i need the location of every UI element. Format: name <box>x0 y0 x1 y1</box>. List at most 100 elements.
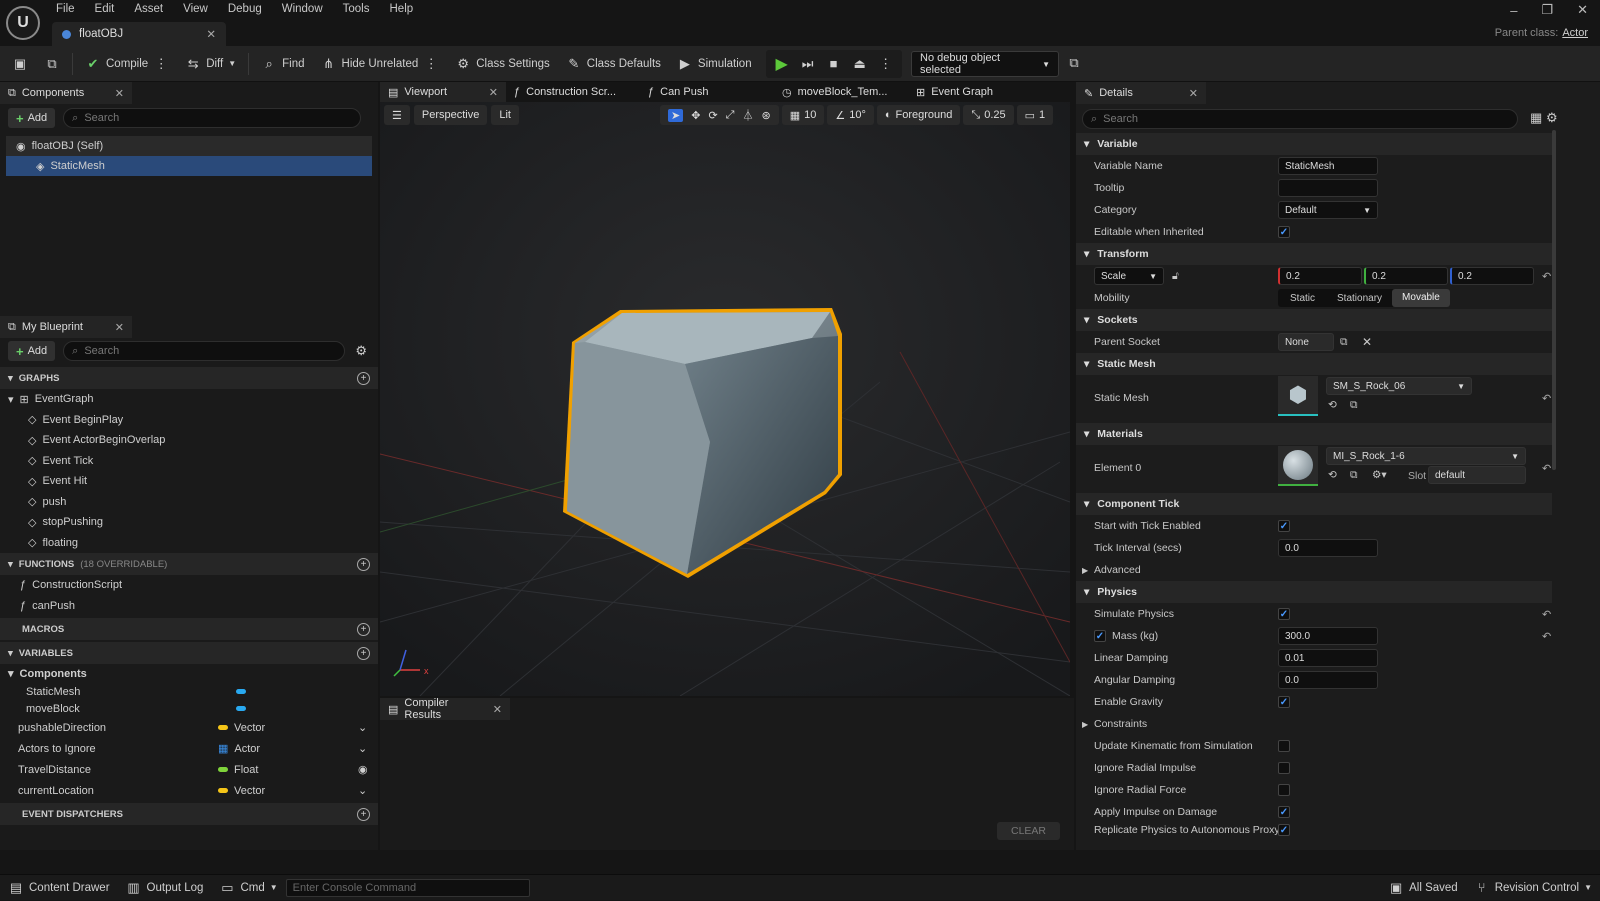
add-dispatcher-icon[interactable]: + <box>357 807 370 821</box>
reset-icon[interactable]: ↶ <box>1542 462 1551 475</box>
ignore-radial-impulse-checkbox[interactable] <box>1278 762 1290 774</box>
static-mesh-thumbnail[interactable]: ⬢ <box>1278 376 1318 416</box>
tab-construction-script[interactable]: ƒ Construction Scr... <box>506 82 640 102</box>
menu-file[interactable]: File <box>56 3 75 15</box>
viewport-menu-button[interactable]: ☰ <box>384 105 410 125</box>
mass-override-checkbox[interactable]: ✓ <box>1094 630 1106 642</box>
close-icon[interactable]: ✕ <box>489 86 498 99</box>
play-icon[interactable]: ▶ <box>774 56 790 73</box>
tab-can-push[interactable]: ƒ Can Push <box>640 82 774 102</box>
debug-object-select[interactable]: No debug object selected ▼ <box>911 51 1059 77</box>
component-staticmesh[interactable]: ◈ StaticMesh <box>6 156 372 176</box>
menu-debug[interactable]: Debug <box>228 3 262 15</box>
section-variable[interactable]: ▾ Variable <box>1076 133 1552 155</box>
static-mesh-select[interactable]: SM_S_Rock_06 ▼ <box>1326 377 1472 395</box>
tab-moveblock-timeline[interactable]: ◷ moveBlock_Tem... <box>774 82 908 102</box>
simulation-button[interactable]: ▶ Simulation <box>669 46 760 82</box>
mobility-stationary[interactable]: Stationary <box>1327 293 1392 304</box>
close-icon[interactable]: ✕ <box>115 321 124 334</box>
use-selected-icon[interactable]: ⟲ <box>1328 399 1337 411</box>
scale-z-field[interactable]: 0.2 <box>1450 267 1534 285</box>
material-options-icon[interactable]: ⚙▾ <box>1372 469 1387 481</box>
components-group[interactable]: ▾ Components <box>0 664 378 683</box>
mass-field[interactable]: 300.0 <box>1278 627 1378 645</box>
menu-help[interactable]: Help <box>390 3 414 15</box>
foreground-button[interactable]: ◐ Foreground <box>876 105 961 125</box>
variable-name-field[interactable]: StaticMesh <box>1278 157 1378 175</box>
event-item[interactable]: ◇ Event BeginPlay <box>0 410 378 431</box>
mobility-static[interactable]: Static <box>1278 293 1327 304</box>
more-icon[interactable]: ⋮ <box>423 56 439 72</box>
more-icon[interactable]: ⋮ <box>878 56 894 72</box>
blueprint-search-input[interactable]: ⌕ Search <box>63 341 346 361</box>
document-tab[interactable]: floatOBJ ✕ <box>52 22 226 46</box>
menu-asset[interactable]: Asset <box>134 3 163 15</box>
parent-socket-field[interactable]: None <box>1278 333 1334 351</box>
perspective-button[interactable]: Perspective <box>413 105 488 125</box>
diff-button[interactable]: ⇆ Diff ▼ <box>177 46 244 82</box>
variable-row[interactable]: pushableDirection Vector ⌄ <box>0 717 378 738</box>
close-icon[interactable]: ✕ <box>115 87 124 100</box>
variable-row[interactable]: TravelDistance Float ◉ <box>0 759 378 780</box>
event-item[interactable]: ◇ push <box>0 492 378 513</box>
tab-my-blueprint[interactable]: ⧉ My Blueprint ✕ <box>0 316 132 338</box>
menu-edit[interactable]: Edit <box>95 3 115 15</box>
mobility-movable[interactable]: Movable <box>1392 289 1450 307</box>
event-item[interactable]: ◇ floating <box>0 533 378 554</box>
clear-button[interactable]: CLEAR <box>996 822 1060 840</box>
linear-damping-field[interactable]: 0.01 <box>1278 649 1378 667</box>
find-button[interactable]: ⌕ Find <box>253 46 312 82</box>
all-saved-indicator[interactable]: ▣ All Saved <box>1380 875 1466 901</box>
variable-row[interactable]: StaticMesh <box>0 683 378 700</box>
event-item[interactable]: ◇ Event Tick <box>0 451 378 472</box>
world-local-icon[interactable]: ⊛ <box>761 109 770 122</box>
save-icon[interactable]: ▣ <box>12 56 28 72</box>
debug-browse-icon[interactable]: ⧉ <box>1066 55 1082 71</box>
variables-header[interactable]: ▾ VARIABLES + <box>0 642 378 664</box>
menu-tools[interactable]: Tools <box>343 3 370 15</box>
cmd-select[interactable]: ▭ Cmd ▼ <box>211 875 285 901</box>
event-item[interactable]: ◇ stopPushing <box>0 512 378 533</box>
translate-icon[interactable]: ✥ <box>691 109 700 122</box>
event-graph-item[interactable]: ▾ ⊞ EventGraph <box>0 389 378 410</box>
lit-button[interactable]: Lit <box>491 105 519 125</box>
details-search-input[interactable]: ⌕ Search <box>1082 109 1518 129</box>
chevron-down-icon[interactable]: ⌄ <box>358 784 367 797</box>
rotate-icon[interactable]: ⟳ <box>708 109 717 122</box>
variable-type[interactable]: Vector <box>218 722 358 734</box>
row-advanced[interactable]: ▶ Advanced <box>1076 559 1546 581</box>
scrollbar[interactable] <box>1552 130 1556 470</box>
content-drawer-button[interactable]: ▤ Content Drawer <box>0 875 118 901</box>
close-icon[interactable]: ✕ <box>206 27 216 41</box>
reset-icon[interactable]: ↶ <box>1542 270 1551 283</box>
event-dispatchers-header[interactable]: EVENT DISPATCHERS + <box>0 803 378 825</box>
parent-class-link[interactable]: Actor <box>1562 27 1588 39</box>
output-log-button[interactable]: ▥ Output Log <box>118 875 212 901</box>
variable-row[interactable]: currentLocation Vector ⌄ <box>0 780 378 801</box>
scale-y-field[interactable]: 0.2 <box>1364 267 1448 285</box>
grid-snap-button[interactable]: ▦ 10 <box>781 105 825 125</box>
clear-icon[interactable]: ✕ <box>1362 335 1372 349</box>
angle-snap-button[interactable]: ∠ 10° <box>827 105 874 125</box>
event-item[interactable]: ◇ Event Hit <box>0 471 378 492</box>
function-item[interactable]: ƒ canPush <box>0 596 378 617</box>
eye-icon[interactable]: ◉ <box>358 763 368 776</box>
unreal-logo-icon[interactable]: U <box>6 6 40 40</box>
surface-snap-icon[interactable]: ⏃ <box>742 107 753 123</box>
viewport[interactable]: x ☰ Perspective Lit ➤ ✥ ⟳ ⤢ ⏃ ⊛ ▦ 10 ∠ 10°… <box>380 102 1070 696</box>
scale-icon[interactable]: ⤢ <box>726 109 735 122</box>
update-kinematic-checkbox[interactable] <box>1278 740 1290 752</box>
maximize-icon[interactable]: ❐ <box>1541 2 1553 18</box>
enable-gravity-checkbox[interactable]: ✓ <box>1278 696 1290 708</box>
add-variable-icon[interactable]: + <box>357 646 370 660</box>
select-tool-icon[interactable]: ➤ <box>668 108 684 122</box>
components-search-input[interactable]: ⌕ Search <box>63 108 362 128</box>
menu-window[interactable]: Window <box>282 3 323 15</box>
impulse-on-damage-checkbox[interactable]: ✓ <box>1278 806 1290 818</box>
lock-icon[interactable]: 🔓︎ <box>1172 270 1179 283</box>
material-thumbnail[interactable] <box>1278 446 1318 486</box>
variable-row[interactable]: moveBlock <box>0 700 378 717</box>
angular-damping-field[interactable]: 0.0 <box>1278 671 1378 689</box>
simulate-physics-checkbox[interactable]: ✓ <box>1278 608 1290 620</box>
component-self[interactable]: ◉ floatOBJ (Self) <box>6 136 372 156</box>
